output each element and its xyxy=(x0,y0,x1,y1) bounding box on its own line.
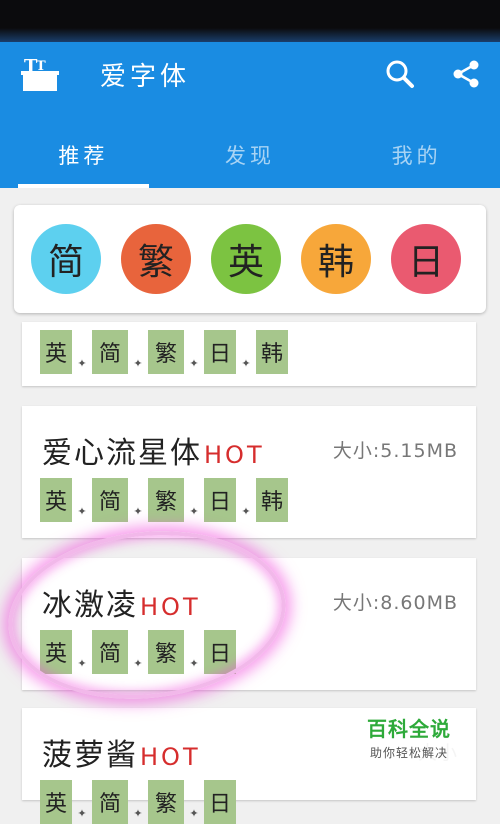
tag-japanese: 日 xyxy=(204,478,236,522)
sparkle-icon: ✦ xyxy=(77,807,87,820)
tag-japanese: 日 xyxy=(204,780,236,824)
sparkle-icon: ✦ xyxy=(133,505,143,518)
sparkle-icon: ✦ xyxy=(77,357,87,370)
sparkle-icon: ✦ xyxy=(241,505,251,518)
status-bar xyxy=(0,0,500,42)
tab-discover[interactable]: 发现 xyxy=(167,122,334,188)
lang-simplified-button[interactable]: 简 xyxy=(31,224,101,294)
watermark-title: 百科全说 xyxy=(367,717,451,741)
language-tags: 英 ✦ 简 ✦ 繁 ✦ 日 xyxy=(40,630,236,674)
app-logo-icon: T T xyxy=(20,56,60,94)
tag-english: 英 xyxy=(40,478,72,522)
sparkle-icon: ✦ xyxy=(133,807,143,820)
sparkle-icon: ✦ xyxy=(133,357,143,370)
tag-simplified: 简 xyxy=(92,330,128,374)
watermark-logo: 百科全说 助你轻松解决 xyxy=(350,708,468,766)
share-icon[interactable] xyxy=(448,56,484,92)
tag-english: 英 xyxy=(40,780,72,824)
tag-traditional: 繁 xyxy=(148,780,184,824)
tag-english: 英 xyxy=(40,330,72,374)
font-file-size: 大小:5.15MB xyxy=(332,440,458,462)
sparkle-icon: ✦ xyxy=(189,807,199,820)
tag-english: 英 xyxy=(40,630,72,674)
font-name: 爱心流星体HOT xyxy=(42,436,265,471)
watermark-subtitle: 助你轻松解决 xyxy=(369,746,448,760)
status-bar-blur xyxy=(0,28,500,42)
font-card[interactable]: 英 ✦ 简 ✦ 繁 ✦ 日 ✦ 韩 xyxy=(22,322,476,386)
hot-badge: HOT xyxy=(204,441,265,469)
tag-korean: 韩 xyxy=(256,478,288,522)
sparkle-icon: ✦ xyxy=(77,657,87,670)
font-name: 菠萝酱HOT xyxy=(42,738,201,773)
tag-simplified: 简 xyxy=(92,630,128,674)
language-filter-card: 简 繁 英 韩 日 xyxy=(14,205,486,313)
font-card[interactable]: 冰激凌HOT 大小:8.60MB 英 ✦ 简 ✦ 繁 ✦ 日 xyxy=(22,558,476,690)
language-tags: 英 ✦ 简 ✦ 繁 ✦ 日 ✦ 韩 xyxy=(40,330,288,374)
sparkle-icon: ✦ xyxy=(189,357,199,370)
tag-simplified: 简 xyxy=(92,478,128,522)
sparkle-icon: ✦ xyxy=(189,505,199,518)
tag-traditional: 繁 xyxy=(148,478,184,522)
svg-text:T: T xyxy=(36,59,46,74)
hot-badge: HOT xyxy=(140,593,201,621)
app-bar: T T 爱字体 推荐 发现 我的 xyxy=(0,42,500,188)
sparkle-icon: ✦ xyxy=(133,657,143,670)
search-icon[interactable] xyxy=(382,56,418,92)
tag-traditional: 繁 xyxy=(148,330,184,374)
tag-korean: 韩 xyxy=(256,330,288,374)
tag-japanese: 日 xyxy=(204,330,236,374)
font-name: 冰激凌HOT xyxy=(42,588,201,623)
font-file-size: 大小:8.60MB xyxy=(332,592,458,614)
lang-korean-button[interactable]: 韩 xyxy=(301,224,371,294)
sparkle-icon: ✦ xyxy=(241,357,251,370)
language-tags: 英 ✦ 简 ✦ 繁 ✦ 日 ✦ 韩 xyxy=(40,478,288,522)
lang-english-button[interactable]: 英 xyxy=(211,224,281,294)
lang-japanese-button[interactable]: 日 xyxy=(391,224,461,294)
sparkle-icon: ✦ xyxy=(189,657,199,670)
tag-japanese: 日 xyxy=(204,630,236,674)
language-tags: 英 ✦ 简 ✦ 繁 ✦ 日 xyxy=(40,780,236,824)
tag-simplified: 简 xyxy=(92,780,128,824)
lang-traditional-button[interactable]: 繁 xyxy=(121,224,191,294)
tag-traditional: 繁 xyxy=(148,630,184,674)
app-title: 爱字体 xyxy=(100,62,191,92)
tab-recommend[interactable]: 推荐 xyxy=(0,122,167,188)
tab-bar: 推荐 发现 我的 xyxy=(0,122,500,188)
font-card[interactable]: 爱心流星体HOT 大小:5.15MB 英 ✦ 简 ✦ 繁 ✦ 日 ✦ 韩 xyxy=(22,406,476,538)
tab-mine[interactable]: 我的 xyxy=(333,122,500,188)
hot-badge: HOT xyxy=(140,743,201,771)
sparkle-icon: ✦ xyxy=(77,505,87,518)
